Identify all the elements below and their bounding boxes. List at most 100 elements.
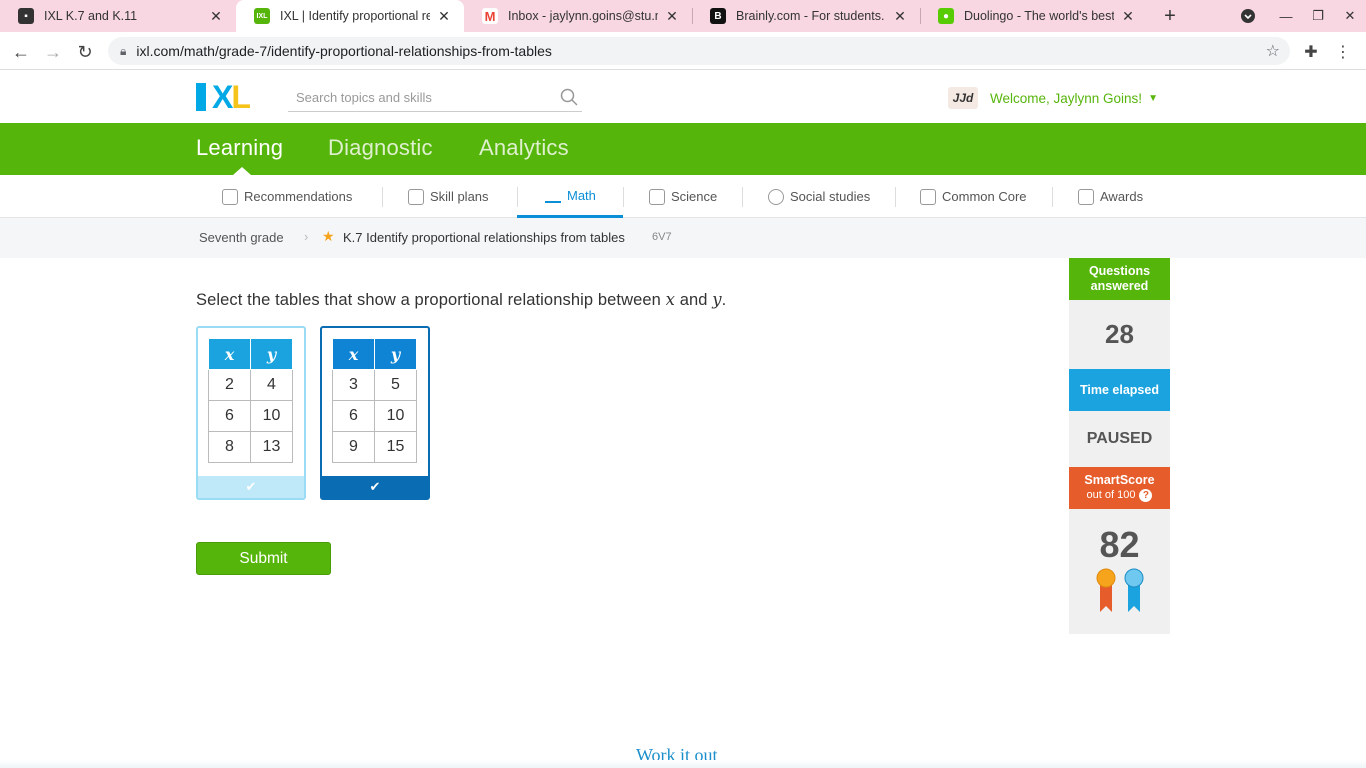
logo-l: L	[231, 79, 250, 115]
recommendations-icon	[222, 188, 238, 205]
subnav-label: Math	[567, 187, 596, 203]
active-nav-pointer	[233, 167, 251, 175]
selection-bar: ✔	[322, 476, 428, 498]
section-divider	[0, 760, 1366, 768]
nav-diagnostic[interactable]: Diagnostic	[328, 135, 433, 161]
subnav-science[interactable]: Science	[649, 175, 717, 218]
smartscore-header: SmartScore out of 100 ?	[1069, 467, 1170, 509]
subnav-divider	[1052, 187, 1053, 207]
table-header-x: x	[208, 338, 251, 370]
tab-title: IXL K.7 and K.11	[44, 9, 138, 23]
time-elapsed-label[interactable]: Time elapsed	[1069, 369, 1170, 411]
prompt-text: Select the tables that show a proportion…	[196, 291, 666, 309]
site-header: X L Search topics and skills JJd Welcome…	[0, 71, 1366, 123]
close-icon[interactable]: ✕	[208, 8, 224, 24]
sub-nav: Recommendations Skill plans Math Science…	[0, 175, 1366, 218]
question-prompt: Select the tables that show a proportion…	[196, 290, 726, 310]
close-icon[interactable]: ✕	[664, 8, 680, 24]
skill-code: 6V7	[652, 231, 672, 243]
subnav-label: Skill plans	[430, 189, 489, 204]
minimize-icon[interactable]: —	[1270, 0, 1302, 32]
xy-table: x y 2 4 6 10 8 13	[208, 338, 293, 463]
search-input[interactable]: Search topics and skills	[288, 84, 582, 112]
awards-icon	[1078, 188, 1094, 205]
breadcrumb-grade[interactable]: Seventh grade	[199, 230, 284, 245]
prompt-text: .	[721, 291, 727, 309]
ixl-logo[interactable]: X L	[196, 79, 251, 115]
table-header-y: y	[374, 338, 417, 370]
tab-title: Brainly.com - For students. By	[736, 9, 886, 23]
browser-toolbar: ← → ↻ 🔒︎ ixl.com/math/grade-7/identify-p…	[0, 32, 1366, 70]
window-close-icon[interactable]: ✕	[1334, 0, 1366, 32]
close-icon[interactable]: ✕	[436, 8, 452, 24]
close-icon[interactable]: ✕	[892, 8, 908, 24]
nav-analytics[interactable]: Analytics	[479, 135, 569, 161]
table-cell: 3	[332, 369, 375, 401]
subnav-social-studies[interactable]: Social studies	[768, 175, 870, 218]
questions-answered-label: Questions answered	[1069, 258, 1170, 300]
help-icon[interactable]: ?	[1139, 489, 1153, 502]
browser-tab[interactable]: ▪ IXL K.7 and K.11 ✕	[0, 0, 236, 32]
answer-table-option-2[interactable]: x y 3 5 6 10 9 15 ✔	[320, 326, 430, 500]
new-tab-icon[interactable]: +	[1160, 6, 1180, 26]
tab-title: IXL | Identify proportional relati	[280, 9, 430, 23]
bookmark-star-icon[interactable]: ☆	[1266, 41, 1280, 61]
reload-icon[interactable]: ↻	[72, 39, 98, 65]
extensions-icon[interactable]: ✚	[1298, 39, 1324, 65]
back-icon[interactable]: ←	[8, 39, 34, 65]
menu-kebab-icon[interactable]: ⋮	[1330, 39, 1356, 65]
table-cell: 6	[208, 400, 251, 432]
restore-icon[interactable]: ❐	[1302, 0, 1334, 32]
subnav-label: Science	[671, 189, 718, 204]
logo-x: X	[212, 79, 233, 115]
chevron-right-icon: ›	[304, 229, 309, 244]
prompt-text: and	[675, 291, 713, 309]
blue-medal-icon	[1124, 568, 1143, 612]
address-bar[interactable]: 🔒︎ ixl.com/math/grade-7/identify-proport…	[108, 37, 1290, 65]
xy-table: x y 3 5 6 10 9 15	[332, 338, 417, 463]
search-icon[interactable]	[560, 88, 578, 106]
table-cell: 8	[208, 431, 251, 463]
table-cell: 15	[374, 431, 417, 463]
subnav-recommendations[interactable]: Recommendations	[222, 175, 352, 218]
subnav-divider	[517, 187, 518, 207]
subnav-label: Recommendations	[244, 189, 353, 204]
subnav-divider	[895, 187, 896, 207]
browser-tab[interactable]: B Brainly.com - For students. By ✕	[692, 0, 920, 32]
subnav-common-core[interactable]: Common Core	[920, 175, 1027, 218]
user-menu[interactable]: JJd Welcome, Jaylynn Goins! ▼	[948, 87, 1158, 109]
nav-learning[interactable]: Learning	[196, 135, 283, 161]
caret-down-icon: ▼	[1148, 92, 1158, 104]
subnav-divider	[623, 187, 624, 207]
browser-tab-active[interactable]: IXL IXL | Identify proportional relati ✕	[236, 0, 464, 32]
tab-search-icon[interactable]	[1232, 0, 1264, 32]
answer-table-option-1[interactable]: x y 2 4 6 10 8 13 ✔	[196, 326, 306, 500]
time-elapsed-value: PAUSED	[1069, 411, 1170, 467]
submit-button[interactable]: Submit	[196, 542, 331, 575]
stats-panel: Questions answered 28 Time elapsed PAUSE…	[1069, 258, 1170, 634]
star-icon: ★	[322, 228, 335, 244]
subnav-awards[interactable]: Awards	[1078, 175, 1143, 218]
breadcrumb-skill: K.7 Identify proportional relationships …	[343, 230, 625, 245]
search-placeholder: Search topics and skills	[296, 90, 432, 105]
forward-icon[interactable]: →	[40, 39, 66, 65]
table-cell: 4	[250, 369, 293, 401]
subnav-skill-plans[interactable]: Skill plans	[408, 175, 489, 218]
selection-bar: ✔	[198, 476, 304, 498]
flask-icon	[649, 188, 665, 205]
logo-bar	[196, 83, 206, 111]
subnav-math[interactable]: Math	[517, 175, 623, 218]
pyramid-icon	[545, 187, 561, 203]
globe-icon	[768, 188, 784, 205]
browser-tab-strip: ▪ IXL K.7 and K.11 ✕ IXL IXL | Identify …	[0, 0, 1366, 32]
checkmark-icon: ✔	[369, 479, 381, 494]
subnav-divider	[382, 187, 383, 207]
browser-tab[interactable]: ● Duolingo - The world's best wa ✕	[920, 0, 1148, 32]
subnav-divider	[742, 187, 743, 207]
close-icon[interactable]: ✕	[1120, 8, 1136, 24]
table-cell: 9	[332, 431, 375, 463]
lock-icon: 🔒︎	[120, 43, 127, 58]
smartscore-subtitle: out of 100 ?	[1087, 488, 1153, 503]
browser-tab[interactable]: M Inbox - jaylynn.goins@stu.mac ✕	[464, 0, 692, 32]
table-header-y: y	[250, 338, 293, 370]
